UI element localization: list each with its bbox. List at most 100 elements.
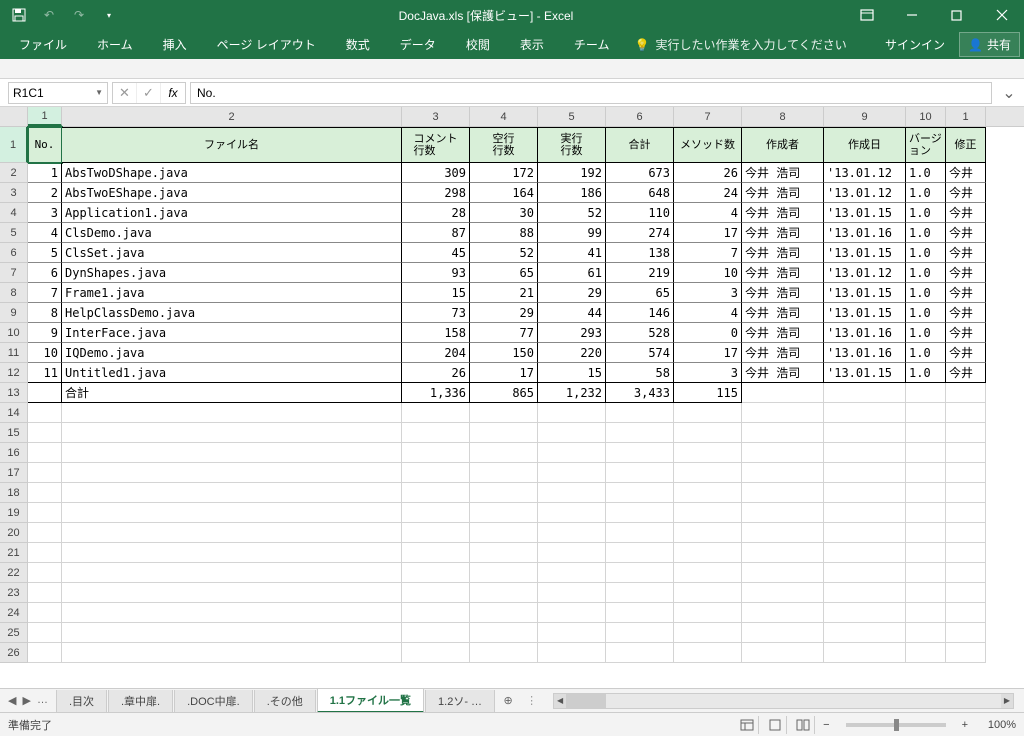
cell[interactable]: 今井 <box>946 363 986 383</box>
cell[interactable]: 26 <box>402 363 470 383</box>
cell[interactable]: 29 <box>470 303 538 323</box>
redo-icon[interactable]: ↷ <box>68 4 90 26</box>
row-header[interactable]: 9 <box>0 303 28 323</box>
cell[interactable]: 138 <box>606 243 674 263</box>
cell[interactable] <box>606 563 674 583</box>
cell[interactable] <box>742 403 824 423</box>
cell[interactable]: 17 <box>674 343 742 363</box>
cell[interactable] <box>62 603 402 623</box>
cell[interactable] <box>538 403 606 423</box>
row-header[interactable]: 12 <box>0 363 28 383</box>
cell[interactable]: 今井 浩司 <box>742 363 824 383</box>
cell[interactable]: 4 <box>674 303 742 323</box>
undo-icon[interactable]: ↶ <box>38 4 60 26</box>
cell[interactable]: 実行 行数 <box>538 127 606 163</box>
cell[interactable]: 115 <box>674 383 742 403</box>
cell[interactable] <box>946 403 986 423</box>
zoom-slider[interactable] <box>846 723 946 727</box>
cell[interactable]: 7 <box>28 283 62 303</box>
cell[interactable] <box>538 583 606 603</box>
cell[interactable]: '13.01.15 <box>824 363 906 383</box>
column-header[interactable]: 8 <box>742 107 824 126</box>
cell[interactable] <box>824 583 906 603</box>
cell[interactable] <box>402 423 470 443</box>
cell[interactable] <box>402 563 470 583</box>
cell[interactable]: IQDemo.java <box>62 343 402 363</box>
cell[interactable] <box>538 443 606 463</box>
cell[interactable] <box>62 643 402 663</box>
cell[interactable] <box>742 623 824 643</box>
cell[interactable] <box>674 603 742 623</box>
cell[interactable] <box>402 643 470 663</box>
cell[interactable] <box>470 543 538 563</box>
cell[interactable]: 28 <box>402 203 470 223</box>
cell[interactable]: 93 <box>402 263 470 283</box>
cell[interactable] <box>946 463 986 483</box>
cell[interactable] <box>742 463 824 483</box>
cell[interactable]: 合計 <box>62 383 402 403</box>
cell[interactable] <box>62 483 402 503</box>
cell[interactable] <box>946 543 986 563</box>
cell[interactable]: 15 <box>402 283 470 303</box>
normal-view-icon[interactable] <box>735 716 759 734</box>
cell[interactable] <box>28 403 62 423</box>
cell[interactable]: 修正 <box>946 127 986 163</box>
cell[interactable] <box>742 543 824 563</box>
scroll-thumb[interactable] <box>566 694 606 708</box>
cell[interactable] <box>906 583 946 603</box>
cell[interactable] <box>674 483 742 503</box>
cell[interactable]: 11 <box>28 363 62 383</box>
ribbon-tab[interactable]: 挿入 <box>148 30 202 59</box>
ribbon-tab[interactable]: 数式 <box>331 30 385 59</box>
cell[interactable] <box>28 583 62 603</box>
row-header[interactable]: 17 <box>0 463 28 483</box>
cell[interactable] <box>28 623 62 643</box>
cell[interactable] <box>28 443 62 463</box>
share-button[interactable]: 👤 共有 <box>959 32 1020 57</box>
ribbon-display-icon[interactable] <box>844 0 889 30</box>
cell[interactable] <box>28 483 62 503</box>
cell[interactable] <box>946 383 986 403</box>
sheet-tab[interactable]: 1.1ファイル一覧 <box>317 689 424 713</box>
cell[interactable]: 574 <box>606 343 674 363</box>
cell[interactable]: 10 <box>674 263 742 283</box>
cell[interactable]: 219 <box>606 263 674 283</box>
cell[interactable]: ClsSet.java <box>62 243 402 263</box>
cell[interactable] <box>28 423 62 443</box>
cell[interactable] <box>824 503 906 523</box>
cell[interactable]: バージョン <box>906 127 946 163</box>
cell[interactable]: 21 <box>470 283 538 303</box>
cell[interactable] <box>946 643 986 663</box>
cell[interactable] <box>470 563 538 583</box>
cell[interactable]: 今井 浩司 <box>742 163 824 183</box>
cell[interactable] <box>824 623 906 643</box>
column-header[interactable]: 6 <box>606 107 674 126</box>
cell[interactable]: 15 <box>538 363 606 383</box>
cell[interactable]: 865 <box>470 383 538 403</box>
cell[interactable]: 今井 <box>946 283 986 303</box>
cell[interactable]: 3,433 <box>606 383 674 403</box>
page-break-view-icon[interactable] <box>791 716 815 734</box>
cell[interactable] <box>674 523 742 543</box>
cell[interactable] <box>62 583 402 603</box>
cell[interactable]: 今井 浩司 <box>742 283 824 303</box>
cell[interactable] <box>606 403 674 423</box>
cell[interactable] <box>674 623 742 643</box>
cell[interactable]: '13.01.12 <box>824 263 906 283</box>
cell[interactable]: 164 <box>470 183 538 203</box>
cell[interactable] <box>538 563 606 583</box>
cell[interactable] <box>824 563 906 583</box>
cell[interactable]: 今井 浩司 <box>742 343 824 363</box>
cell[interactable]: 4 <box>674 203 742 223</box>
cell[interactable]: 52 <box>538 203 606 223</box>
cell[interactable]: 1 <box>28 163 62 183</box>
cell[interactable] <box>28 643 62 663</box>
cell[interactable] <box>28 543 62 563</box>
close-icon[interactable] <box>979 0 1024 30</box>
cell[interactable] <box>906 463 946 483</box>
ribbon-tab[interactable]: ファイル <box>4 30 82 59</box>
cell[interactable] <box>824 403 906 423</box>
cell[interactable]: 今井 浩司 <box>742 223 824 243</box>
cell[interactable] <box>470 423 538 443</box>
cell[interactable] <box>470 403 538 423</box>
